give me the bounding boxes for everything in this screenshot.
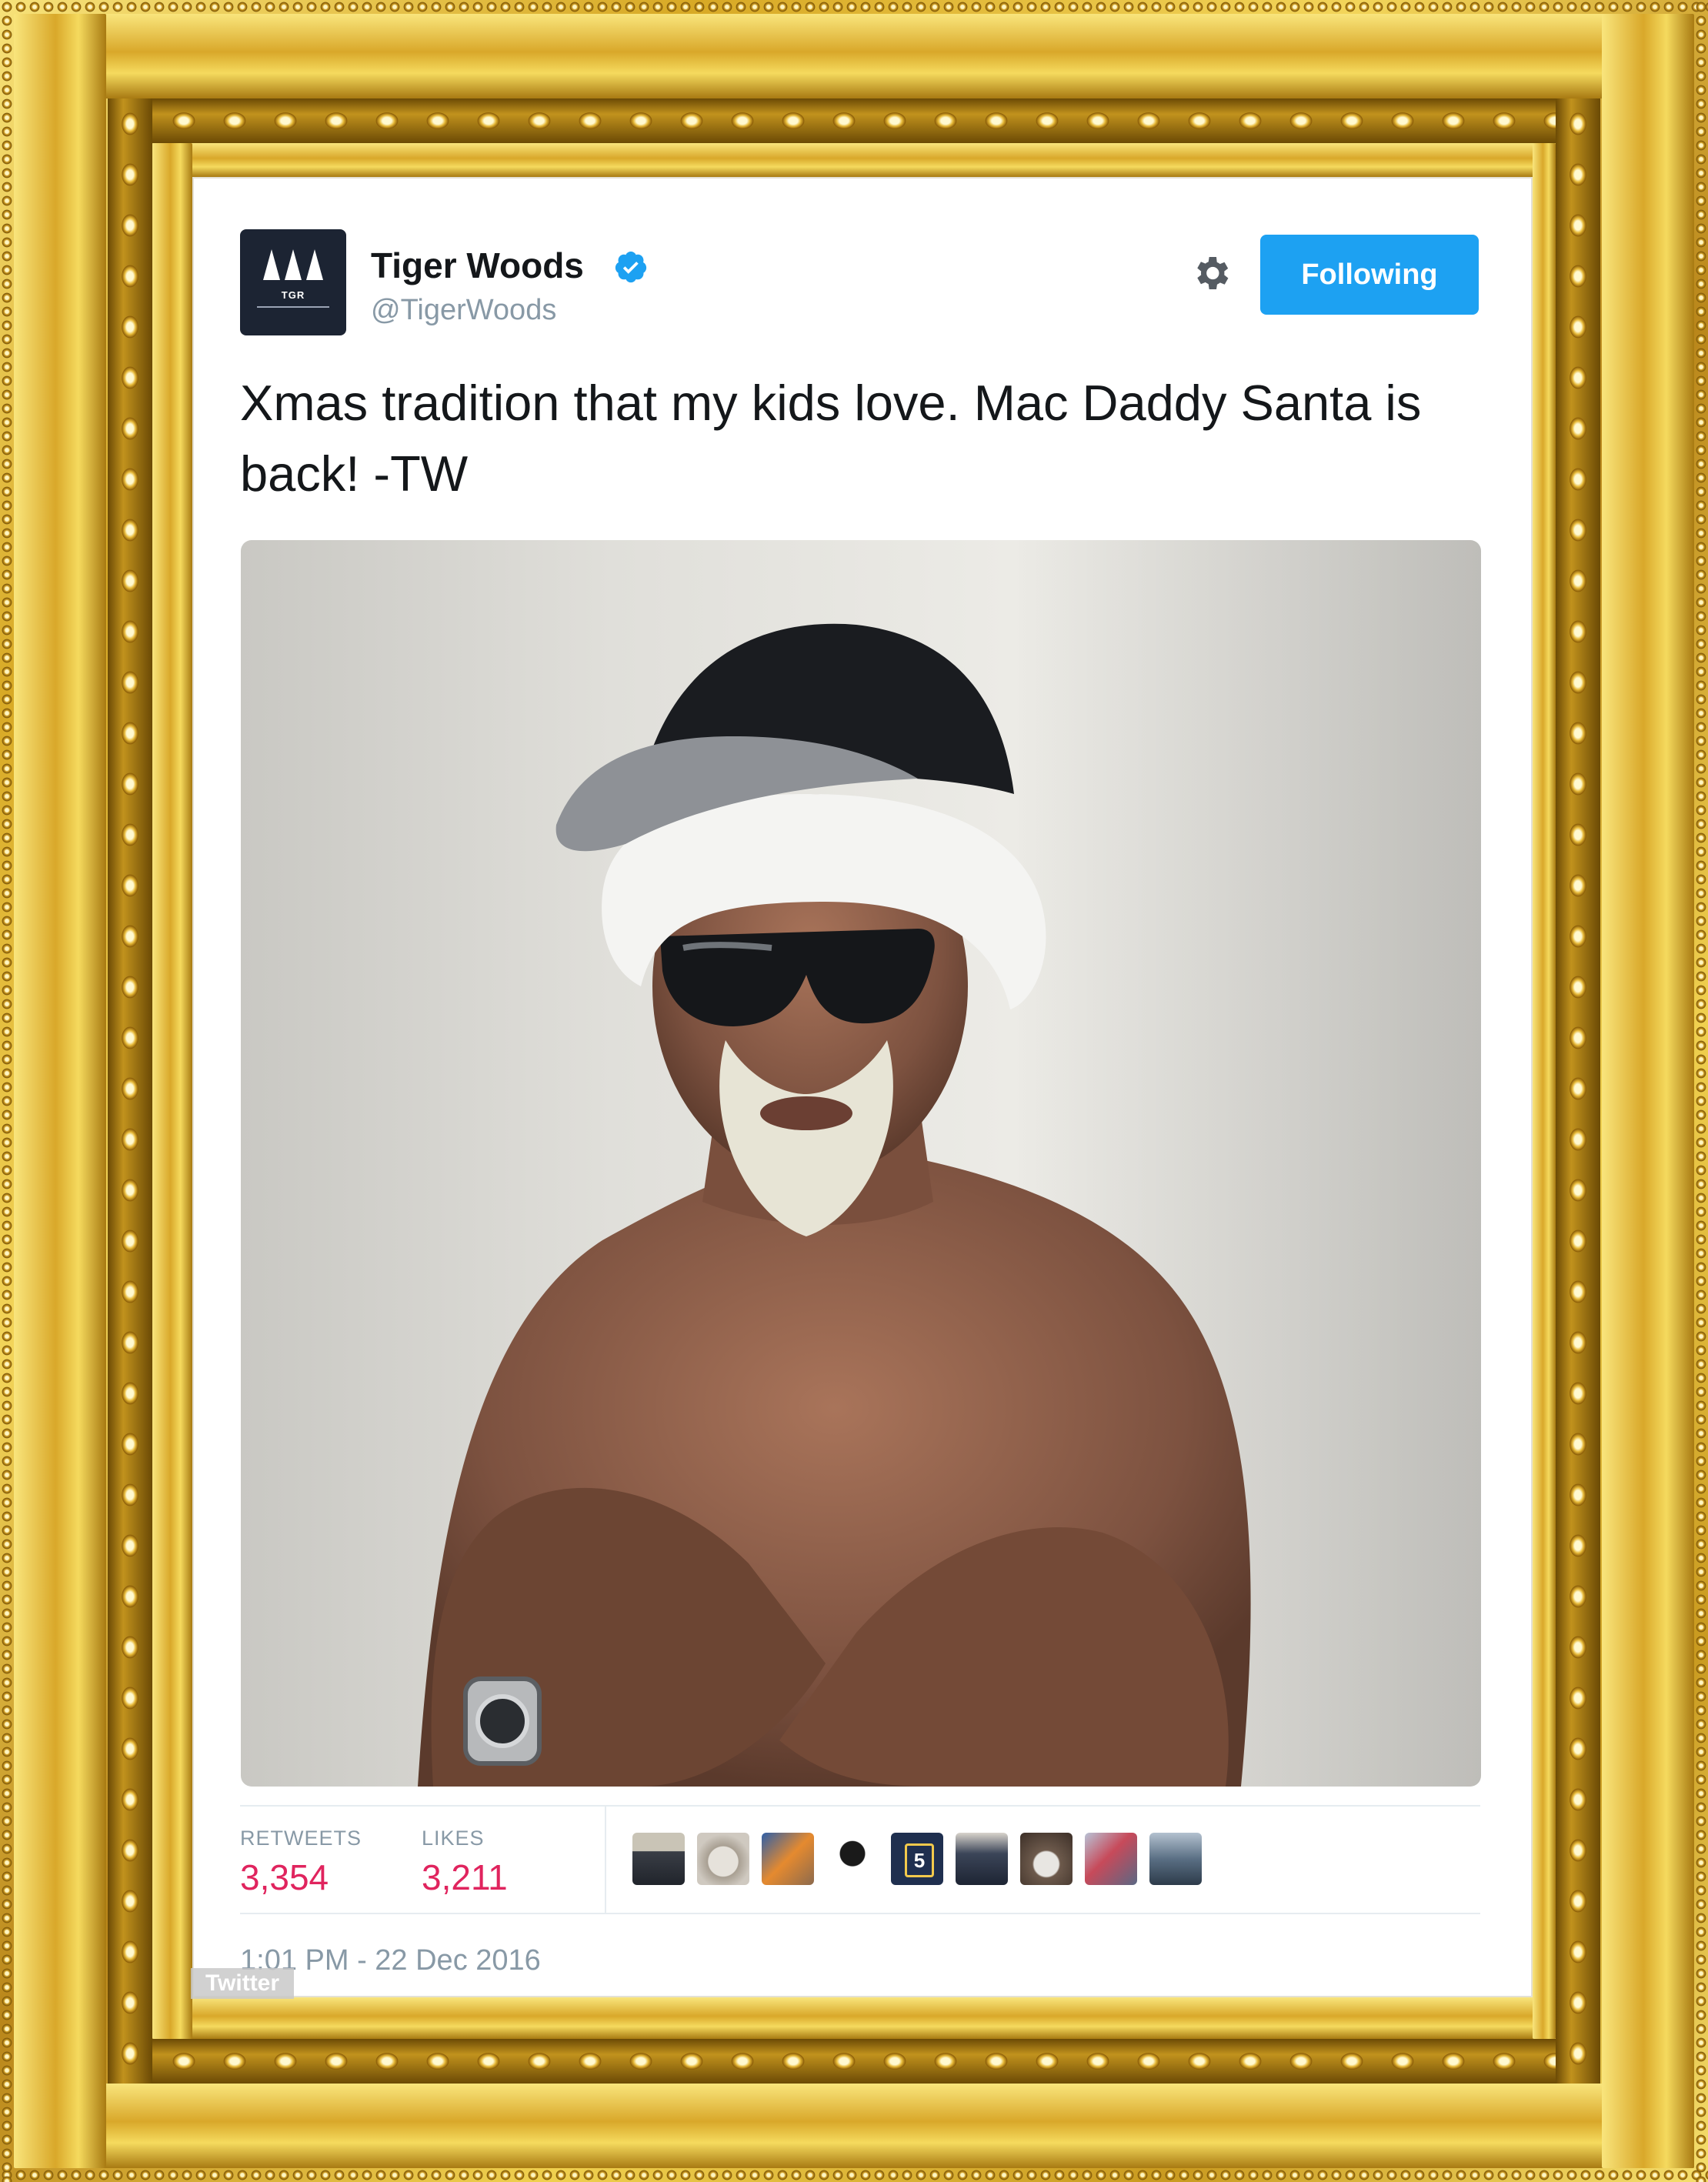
avatar-logo-rule <box>257 306 329 308</box>
tweet-text: Xmas tradition that my kids love. Mac Da… <box>240 375 1422 502</box>
frame-inner-lip-top <box>152 143 1556 177</box>
liker-avatar[interactable] <box>956 1833 1008 1885</box>
frame-ornament-bottom <box>108 2039 1600 2084</box>
liker-avatar[interactable] <box>1020 1833 1073 1885</box>
frame-bead-top <box>0 0 1708 14</box>
likes-label: LIKES <box>422 1827 485 1850</box>
stats-bottom-divider <box>240 1913 1480 1914</box>
author-avatar[interactable]: TGR <box>240 229 346 335</box>
frame-bead-left <box>0 0 14 2182</box>
frame-ornament-top <box>108 98 1600 143</box>
liker-avatar[interactable] <box>632 1833 685 1885</box>
frame-band-bottom <box>14 2084 1694 2168</box>
frame-bead-bottom <box>0 2168 1708 2182</box>
liker-avatar[interactable]: 5 <box>891 1833 943 1885</box>
liker-avatar[interactable] <box>826 1833 879 1885</box>
stats-top-divider <box>240 1805 1480 1807</box>
liker-avatar[interactable] <box>1085 1833 1137 1885</box>
frame-band-top <box>14 14 1694 98</box>
liker-avatar[interactable] <box>697 1833 749 1885</box>
retweets-count: 3,354 <box>240 1857 329 1897</box>
frame-inner-lip-bottom <box>152 1997 1556 2039</box>
frame-bead-right <box>1694 0 1708 2182</box>
frame-inner-lip-left <box>152 143 192 2039</box>
frame-ornament-left <box>108 98 152 2084</box>
stats-vertical-divider <box>605 1806 606 1913</box>
frame-band-left <box>14 14 106 2168</box>
liker-avatar[interactable] <box>762 1833 814 1885</box>
tgr-logo-icon <box>263 249 323 280</box>
liker-avatar[interactable] <box>1149 1833 1202 1885</box>
retweets-stat[interactable]: RETWEETS 3,354 <box>240 1827 362 1898</box>
following-button[interactable]: Following <box>1260 235 1479 315</box>
twitter-watermark: Twitter <box>191 1968 294 1999</box>
tweet-photo[interactable] <box>241 540 1481 1787</box>
retweets-label: RETWEETS <box>240 1827 362 1850</box>
verified-badge-icon <box>615 251 647 283</box>
santa-portrait-illustration <box>418 540 1481 1787</box>
author-handle[interactable]: @TigerWoods <box>371 294 556 327</box>
frame-ornament-right <box>1556 98 1600 2084</box>
liker-avatars: 5 <box>632 1833 1202 1885</box>
frame-band-right <box>1602 14 1694 2168</box>
likes-stat[interactable]: LIKES 3,211 <box>422 1827 508 1898</box>
likes-count: 3,211 <box>422 1857 508 1897</box>
frame-inner-lip-right <box>1533 143 1556 2039</box>
tweet-card: TGR Tiger Woods @TigerWoods Following Xm… <box>191 177 1533 1999</box>
author-name[interactable]: Tiger Woods <box>371 245 584 286</box>
gear-icon[interactable] <box>1189 252 1233 295</box>
avatar-logo-text: TGR <box>281 289 305 301</box>
